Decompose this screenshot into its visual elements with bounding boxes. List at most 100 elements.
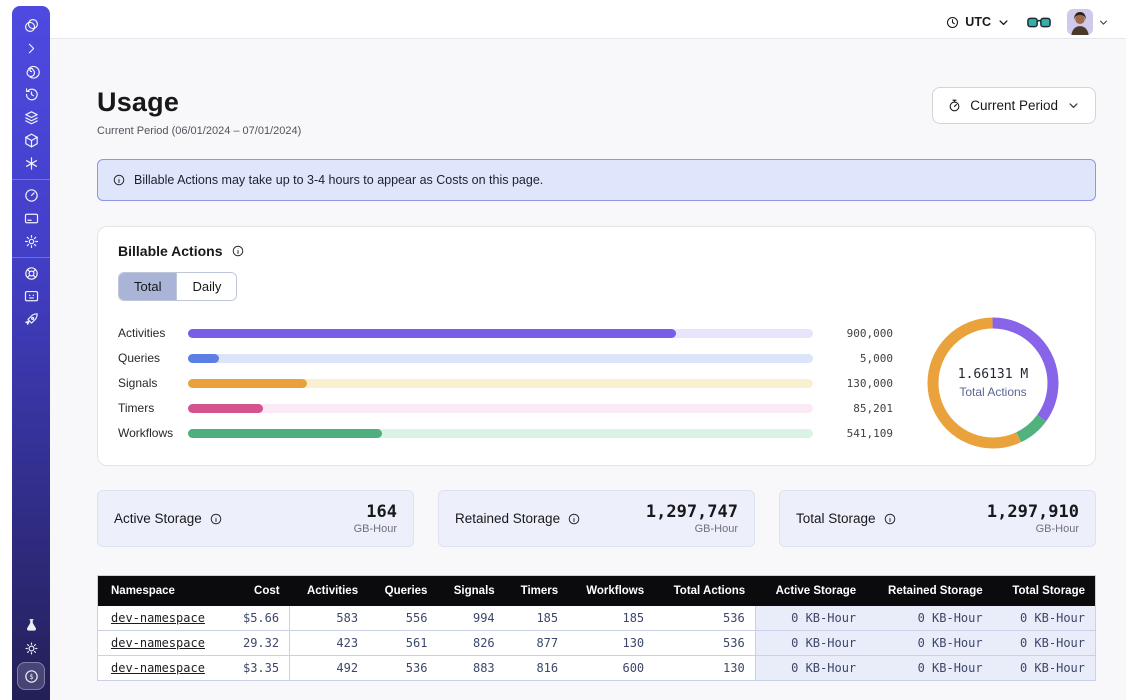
cell-namespace: dev-namespace [98,606,228,631]
bar-value: 5,000 [813,352,893,365]
nav-item-billing-card[interactable] [12,207,50,230]
nav-item-nexus-asterisk[interactable] [12,152,50,175]
namespace-link[interactable]: dev-namespace [111,611,205,625]
table-body: dev-namespace$5.665835569941851855360 KB… [98,606,1096,681]
column-header-total-storage: Total Storage [993,576,1096,607]
page-title: Usage [97,87,301,118]
storage-summary-row: Active Storage164GB-HourRetained Storage… [97,490,1096,547]
storage-card-label-text: Retained Storage [455,511,560,526]
cell-queries: 561 [368,631,437,656]
cell-cost: $5.66 [227,606,290,631]
cell-signals: 826 [437,631,504,656]
storage-card-unit: GB-Hour [354,523,397,535]
cell-retained-storage: 0 KB-Hour [866,631,992,656]
bar-fill [188,404,263,413]
table-header-row: NamespaceCostActivitiesQueriesSignalsTim… [98,576,1096,607]
cell-total-actions: 130 [654,656,755,681]
bar-label: Activities [118,326,188,340]
storage-card-value: 164 [354,502,397,522]
period-selector-button[interactable]: Current Period [932,87,1096,124]
namespace-usage-table: NamespaceCostActivitiesQueriesSignalsTim… [97,575,1096,681]
info-icon[interactable] [231,244,245,258]
nav-item-layers[interactable] [12,106,50,129]
nav-item-feedback-monitor[interactable] [12,285,50,308]
bar-value: 130,000 [813,377,893,390]
nav-item-namespaces-spiral[interactable] [12,60,50,83]
cell-retained-storage: 0 KB-Hour [866,656,992,681]
storage-card-values: 1,297,910GB-Hour [987,502,1079,535]
nav-item-chevron-right[interactable] [12,37,50,60]
tab-total[interactable]: Total [119,273,176,300]
bar-value: 85,201 [813,402,893,415]
bar-fill [188,354,219,363]
avatar [1067,9,1093,35]
nav-item-temporal-logo[interactable] [12,14,50,37]
cell-timers: 185 [505,606,568,631]
glasses-icon[interactable] [1027,16,1051,29]
cell-workflows: 185 [568,606,654,631]
cell-signals: 883 [437,656,504,681]
tab-daily[interactable]: Daily [176,273,236,300]
info-icon[interactable] [209,512,223,526]
nav-item-settings-gear[interactable] [12,230,50,253]
feedback-monitor-icon [23,288,40,305]
nav-item-getting-started-rocket[interactable] [12,308,50,331]
nav-item-history-clock[interactable] [12,83,50,106]
cell-active-storage: 0 KB-Hour [755,656,866,681]
bar-row-signals: Signals 130,000 [118,371,893,396]
layers-icon [23,109,40,126]
user-menu[interactable] [1067,9,1110,35]
info-icon[interactable] [567,512,581,526]
bar-row-activities: Activities900,000 [118,321,893,346]
cell-timers: 816 [505,656,568,681]
bar-row-workflows: Workflows541,109 [118,421,893,446]
deployments-cube-icon [23,132,40,149]
storage-card-unit: GB-Hour [646,523,738,535]
bar-fill [188,379,307,388]
column-header-namespace: Namespace [98,576,228,607]
storage-card-value: 1,297,747 [646,502,738,522]
info-banner: Billable Actions may take up to 3-4 hour… [97,159,1096,201]
nav-item-support-lifering[interactable] [12,262,50,285]
total-actions-label: Total Actions [959,385,1026,399]
column-header-timers: Timers [505,576,568,607]
timezone-label: UTC [965,15,991,29]
cell-total-actions: 536 [654,606,755,631]
nav-item-usage-gauge[interactable] [12,184,50,207]
info-icon[interactable] [883,512,897,526]
cell-queries: 556 [368,606,437,631]
nav-item-theme-sun[interactable] [12,637,50,660]
column-header-retained-storage: Retained Storage [866,576,992,607]
bar-label: Signals [118,376,188,390]
namespace-link[interactable]: dev-namespace [111,636,205,650]
cell-active-storage: 0 KB-Hour [755,631,866,656]
billable-actions-card: Billable Actions Total Daily Activities9… [97,226,1096,466]
app-window: $ UTC Usage Current Period (06/0 [0,0,1126,700]
namespace-link[interactable]: dev-namespace [111,661,205,675]
nav-divider [12,179,50,180]
cell-timers: 877 [505,631,568,656]
nav-item-labs-flask[interactable] [12,614,50,637]
page-title-block: Usage Current Period (06/01/2024 – 07/01… [97,87,301,137]
nav-item-deployments-cube[interactable] [12,129,50,152]
cell-workflows: 130 [568,631,654,656]
donut-center: 1.66131 M Total Actions [921,311,1065,455]
settings-gear-icon [23,233,40,250]
top-bar: UTC [50,6,1126,39]
cell-namespace: dev-namespace [98,656,228,681]
cell-total-actions: 536 [654,631,755,656]
bar-fill [188,429,382,438]
bar-fill [188,329,676,338]
table-row: dev-namespace$3.354925368838166001300 KB… [98,656,1096,681]
chevron-down-icon [1097,16,1110,29]
column-header-total-actions: Total Actions [654,576,755,607]
nav-item-pricing-coin[interactable]: $ [12,660,50,692]
clock-icon [945,15,960,30]
column-header-activities: Activities [290,576,369,607]
storage-card-label: Retained Storage [455,511,581,526]
bar-label: Queries [118,351,188,365]
timezone-selector[interactable]: UTC [945,15,1011,30]
cell-total-storage: 0 KB-Hour [993,656,1096,681]
storage-card-label-text: Total Storage [796,511,876,526]
billable-actions-title: Billable Actions [118,243,223,259]
